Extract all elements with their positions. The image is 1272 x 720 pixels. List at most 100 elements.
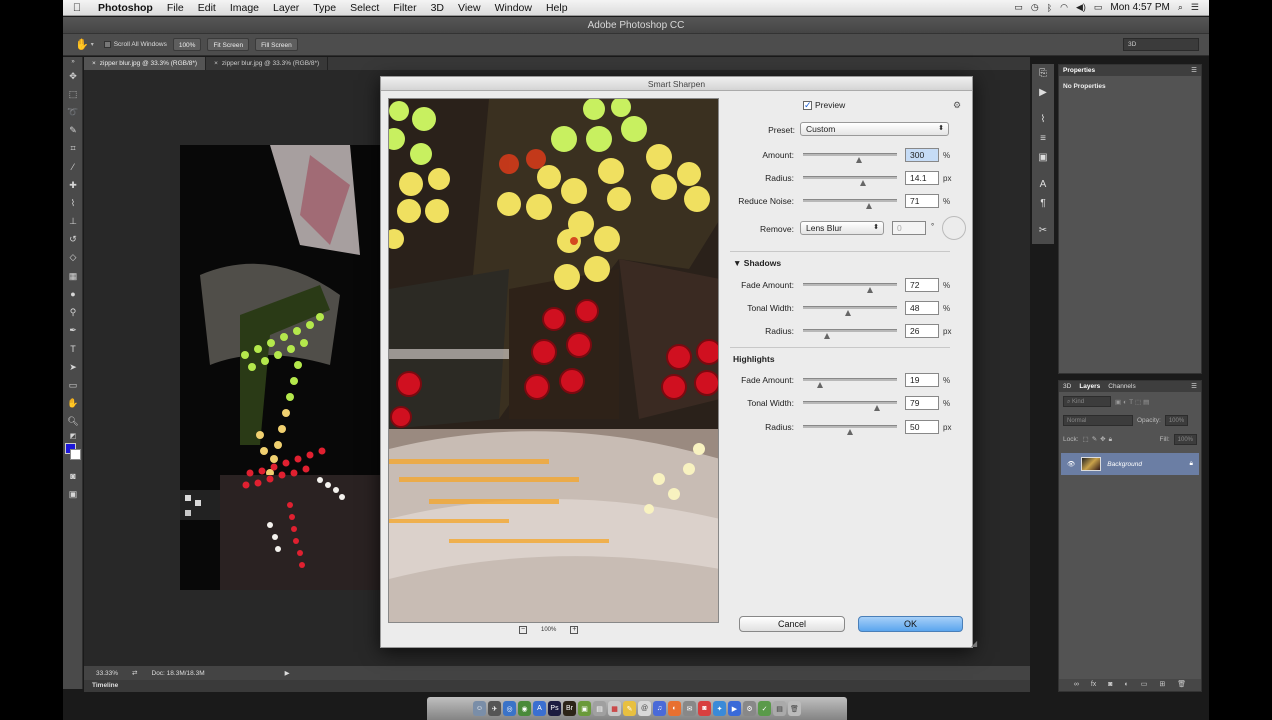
highlights-section-title[interactable]: Highlights [733, 354, 775, 364]
amount-field[interactable]: 300 [905, 148, 939, 162]
tab-channels[interactable]: Channels [1108, 381, 1135, 392]
fit-screen-button[interactable]: Fit Screen [207, 38, 250, 51]
marquee-tool-icon[interactable]: ⬚ [63, 85, 83, 103]
layer-row[interactable]: 👁︎ Background 🔒︎ [1061, 453, 1199, 475]
history-panel-icon[interactable]: ⎘ [1032, 64, 1054, 83]
slider-thumb[interactable] [867, 287, 874, 293]
notification-center-icon[interactable]: ☰ [1191, 2, 1199, 13]
actions-panel-icon[interactable]: ▶ [1032, 83, 1054, 102]
quick-select-tool-icon[interactable]: ✎ [63, 122, 83, 140]
gradient-tool-icon[interactable]: ▦ [63, 267, 83, 285]
photo-booth-icon[interactable]: ◙ [698, 701, 711, 716]
eyedropper-tool-icon[interactable]: ⁄ [63, 158, 83, 176]
menu-photoshop[interactable]: Photoshop [91, 0, 160, 16]
slider-thumb[interactable] [855, 157, 862, 163]
highlights-fade-amount-slider[interactable] [803, 378, 897, 388]
settings-gear-icon[interactable]: ⚙ [953, 100, 961, 111]
terminal-icon[interactable]: ▣ [578, 701, 591, 716]
new-group-icon[interactable]: ▭ [1141, 679, 1148, 691]
brush-tool-icon[interactable]: ⌇ [63, 194, 83, 212]
new-layer-icon[interactable]: ⊞ [1159, 679, 1165, 691]
angle-field[interactable]: 0 [892, 221, 926, 235]
pen-tool-icon[interactable]: ✒ [63, 322, 83, 340]
dodge-tool-icon[interactable]: ⚲ [63, 303, 83, 321]
highlights-radius-slider[interactable] [803, 425, 897, 435]
preview-checkbox[interactable]: ✓ Preview [803, 100, 845, 110]
downloads-stack-icon[interactable]: ▤ [773, 701, 786, 716]
menu-image[interactable]: Image [223, 0, 266, 16]
lock-icons[interactable]: ⬚✎✥🔒︎ [1083, 435, 1116, 444]
radius-slider[interactable] [803, 176, 897, 186]
panel-menu-icon[interactable]: ☰ [1191, 65, 1201, 76]
workspace-select[interactable]: 3D [1123, 38, 1199, 51]
battery-icon[interactable]: ▭ [1094, 2, 1103, 13]
menu-help[interactable]: Help [539, 0, 575, 16]
zoom-in-button[interactable]: + [570, 626, 579, 634]
cancel-button[interactable]: Cancel [739, 616, 845, 632]
photoshop-dock-icon[interactable]: Ps [548, 701, 561, 716]
radius-field[interactable]: 14.1 [905, 171, 939, 185]
close-tab-icon[interactable]: × [214, 57, 218, 70]
layer-name[interactable]: Background [1107, 461, 1142, 468]
launchpad-icon[interactable]: ✈ [488, 701, 501, 716]
link-layers-icon[interactable]: ∞ [1074, 679, 1079, 691]
status-menu-arrow-icon[interactable]: ▶ [285, 669, 290, 677]
character-panel-icon[interactable]: A [1032, 175, 1054, 194]
volume-icon[interactable]: ◀) [1076, 2, 1086, 13]
shadows-section-title[interactable]: ▼ Shadows [733, 258, 781, 268]
doc-size[interactable]: Doc: 18.3M/18.3M [152, 670, 205, 677]
preview-image[interactable] [388, 98, 719, 623]
styles-panel-icon[interactable]: ▣ [1032, 148, 1054, 167]
time-machine-icon[interactable]: ◷ [1031, 2, 1039, 13]
menu-filter[interactable]: Filter [386, 0, 423, 16]
reduce-noise-field[interactable]: 71 [905, 194, 939, 208]
visibility-eye-icon[interactable]: 👁︎ [1067, 460, 1075, 468]
tool-preset-chevron-icon[interactable]: ▾ [91, 41, 94, 48]
trash-dock-icon[interactable]: 🗑︎ [788, 701, 801, 716]
panel-menu-icon[interactable]: ☰ [1191, 381, 1201, 392]
menu-view[interactable]: View [451, 0, 488, 16]
adjustment-layer-icon[interactable]: ◐ [1125, 679, 1129, 691]
adjustments-panel-icon[interactable]: ≡ [1032, 129, 1054, 148]
maps-icon[interactable]: ✓ [758, 701, 771, 716]
tab-3d[interactable]: 3D [1063, 381, 1071, 392]
slider-thumb[interactable] [846, 429, 853, 435]
menu-file[interactable]: File [160, 0, 191, 16]
airplay-icon[interactable]: ▭ [1014, 2, 1023, 13]
shadows-fade-amount-slider[interactable] [803, 283, 897, 293]
menu-window[interactable]: Window [488, 0, 539, 16]
menu-layer[interactable]: Layer [266, 0, 306, 16]
remove-select[interactable]: Lens Blur ⬍ [800, 221, 884, 235]
ok-button[interactable]: OK [858, 616, 963, 632]
slider-thumb[interactable] [844, 310, 851, 316]
healing-brush-tool-icon[interactable]: ✚ [63, 176, 83, 194]
chrome-icon[interactable]: ◉ [518, 701, 531, 716]
reduce-noise-slider[interactable] [803, 199, 897, 209]
checkbox-box[interactable] [103, 41, 111, 48]
zoom-100-button[interactable]: 100% [172, 38, 202, 51]
spotlight-icon[interactable]: ⌕ [1178, 2, 1183, 13]
calendar-icon[interactable]: ▦ [608, 701, 621, 716]
default-colors-icon[interactable]: ◩ [63, 431, 83, 441]
crop-tool-icon[interactable]: ⌗ [63, 140, 83, 158]
tab-properties[interactable]: Properties [1063, 65, 1095, 76]
clone-stamp-tool-icon[interactable]: ⊥ [63, 213, 83, 231]
finder-icon[interactable]: ☺ [473, 701, 486, 716]
resize-grip-icon[interactable]: ◢ [971, 639, 977, 648]
quick-mask-icon[interactable]: ◙ [63, 467, 83, 485]
safari-icon[interactable]: ◎ [503, 701, 516, 716]
blend-mode-select[interactable]: Normal [1063, 415, 1133, 426]
highlights-fade-amount-field[interactable]: 19 [905, 373, 939, 387]
itunes-icon[interactable]: ♫ [653, 701, 666, 716]
paragraph-panel-icon[interactable]: ¶ [1032, 194, 1054, 213]
eraser-tool-icon[interactable]: ◇ [63, 249, 83, 267]
path-selection-tool-icon[interactable]: ➤ [63, 358, 83, 376]
mail-icon[interactable]: ✉ [683, 701, 696, 716]
messages-icon[interactable]: ✦ [713, 701, 726, 716]
preview-app-icon[interactable]: ▤ [593, 701, 606, 716]
amount-slider[interactable] [803, 153, 897, 163]
contacts-icon[interactable]: @ [638, 701, 651, 716]
filter-kind-select[interactable]: ⌕ Kind [1063, 396, 1111, 407]
bluetooth-icon[interactable]: ᛒ [1047, 3, 1052, 13]
tool-presets-panel-icon[interactable]: ✂ [1032, 221, 1054, 240]
